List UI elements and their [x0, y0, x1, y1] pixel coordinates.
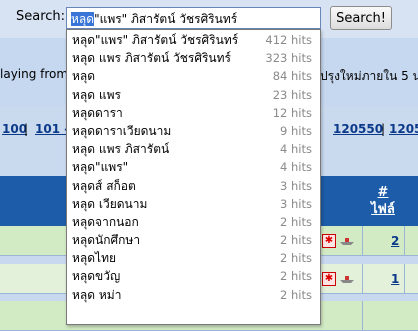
- column-header-files[interactable]: # ไฟล์: [366, 184, 400, 218]
- ship-icon: [340, 276, 354, 283]
- suggestion-hits: 3 hits: [280, 178, 312, 193]
- suggestion-hits: 4 hits: [280, 142, 312, 157]
- search-input-text: "แพร" ภิสารัตน์ วัชรศิรินทร์: [94, 12, 238, 26]
- suggestion-item[interactable]: หลุด แพร 23 hits: [67, 86, 320, 104]
- suggestion-term: หลุดไทย: [72, 251, 117, 266]
- suggestion-term: หลุด เวียดนาม: [72, 196, 148, 211]
- suggestion-item[interactable]: หลุด หม่า 2 hits: [67, 286, 320, 304]
- suggestion-hits: 9 hits: [280, 123, 312, 138]
- suggestion-item[interactable]: หลุดส์ สก็อต 3 hits: [67, 177, 320, 195]
- suggestion-item[interactable]: หลุดไทย 2 hits: [67, 249, 320, 267]
- pager-link[interactable]: 120550: [333, 122, 383, 136]
- pager-separator: |: [24, 122, 29, 136]
- search-input-selected-text: หลุด: [71, 12, 95, 26]
- suggestion-hits: 2 hits: [280, 287, 312, 302]
- pager-link[interactable]: 1205: [389, 122, 418, 136]
- suggestion-item[interactable]: หลุดดาราเวียดนาม 9 hits: [67, 122, 320, 140]
- autocomplete-dropdown: หลุด"แพร" ภิสารัตน์ วัชรศิรินทร์ 412 hits…: [66, 29, 321, 325]
- suggestion-hits: 2 hits: [280, 214, 312, 229]
- suggestion-hits: 2 hits: [280, 233, 312, 248]
- suggestion-hits: 323 hits: [265, 51, 312, 66]
- cell-divider: [404, 264, 405, 293]
- ship-icon: [340, 238, 354, 245]
- suggestion-term: หลุด แพร ภิสารัตน์: [72, 142, 170, 157]
- file-count-link[interactable]: 2: [391, 234, 399, 248]
- suggestion-term: หลุดจากนอก: [72, 214, 139, 229]
- pager-link[interactable]: 101 -: [35, 122, 69, 136]
- suggestion-term: หลุดดารา: [72, 105, 123, 120]
- cell-divider: [362, 264, 363, 293]
- file-count-link[interactable]: 1: [391, 272, 399, 286]
- suggestion-item[interactable]: หลุด"แพร" ภิสารัตน์ วัชรศิรินทร์ 412 hits: [67, 31, 320, 49]
- suggestion-hits: 412 hits: [265, 33, 312, 47]
- suggestion-item[interactable]: หลุดนักศึกษา 2 hits: [67, 231, 320, 249]
- suggestion-term: หลุด"แพร": [72, 160, 129, 175]
- suggestion-hits: 84 hits: [272, 69, 312, 84]
- suggestion-term: หลุด แพร: [72, 87, 121, 102]
- flag-icon: ✱: [322, 234, 336, 248]
- suggestion-hits: 2 hits: [280, 251, 312, 266]
- suggestion-term: หลุดดาราเวียดนาม: [72, 123, 172, 138]
- suggestion-term: หลุด"แพร" ภิสารัตน์ วัชรศิรินทร์: [72, 33, 239, 47]
- cell-divider: [362, 301, 363, 330]
- suggestion-item[interactable]: หลุดจากนอก 2 hits: [67, 213, 320, 231]
- search-input[interactable]: หลุด"แพร" ภิสารัตน์ วัชรศิรินทร์: [66, 7, 321, 29]
- suggestion-item[interactable]: หลุด เวียดนาม 3 hits: [67, 195, 320, 213]
- cell-divider: [404, 226, 405, 255]
- suggestion-item[interactable]: หลุด แพร ภิสารัตน์ วัชรศิรินทร์ 323 hits: [67, 49, 320, 67]
- suggestion-hits: 3 hits: [280, 196, 312, 211]
- suggestion-item[interactable]: หลุด แพร ภิสารัตน์ 4 hits: [67, 140, 320, 158]
- update-notice-text: ปรุงใหม่ภายใน 5 น: [320, 69, 418, 83]
- suggestion-term: หลุด แพร ภิสารัตน์ วัชรศิรินทร์: [72, 51, 231, 66]
- suggestion-hits: 23 hits: [272, 87, 312, 102]
- suggestion-hits: 2 hits: [280, 269, 312, 284]
- suggestion-term: หลุด: [72, 69, 96, 84]
- suggestion-term: หลุดขวัญ: [72, 269, 121, 284]
- suggestion-hits: 12 hits: [272, 105, 312, 120]
- suggestion-term: หลุดส์ สก็อต: [72, 178, 136, 193]
- suggestion-item[interactable]: หลุด 84 hits: [67, 67, 320, 85]
- suggestion-term: หลุด หม่า: [72, 287, 122, 302]
- search-label: Search:: [16, 9, 66, 24]
- suggestion-item[interactable]: หลุดดารา 12 hits: [67, 104, 320, 122]
- cell-divider: [362, 226, 363, 255]
- playing-from-text: laying from: [0, 67, 69, 81]
- suggestion-item[interactable]: หลุด"แพร" 4 hits: [67, 158, 320, 176]
- pager-separator: |: [381, 122, 386, 136]
- flag-icon: ✱: [322, 272, 336, 286]
- suggestion-hits: 4 hits: [280, 160, 312, 175]
- suggestion-term: หลุดนักศึกษา: [72, 233, 141, 248]
- suggestion-item[interactable]: หลุดขวัญ 2 hits: [67, 267, 320, 285]
- search-button[interactable]: Search!: [330, 6, 392, 30]
